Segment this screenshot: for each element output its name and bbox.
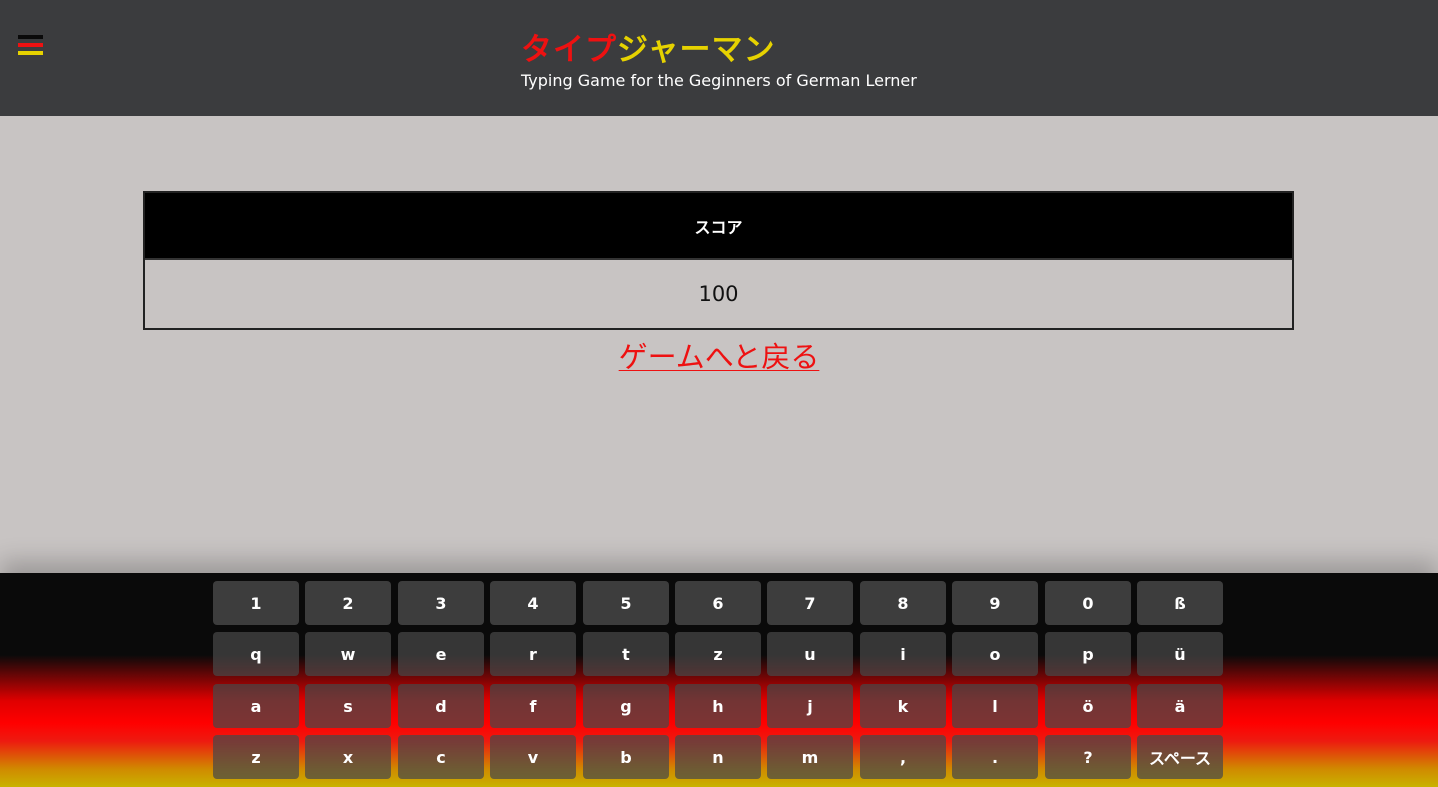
key-3-0[interactable]: z: [213, 735, 299, 779]
key-1-6[interactable]: u: [767, 632, 853, 676]
menu-bar-gold: [18, 51, 43, 55]
key-3-3[interactable]: v: [490, 735, 576, 779]
key-0-1[interactable]: 2: [305, 581, 391, 625]
score-header: スコア: [145, 193, 1292, 260]
key-1-7[interactable]: i: [860, 632, 946, 676]
key-2-3[interactable]: f: [490, 684, 576, 728]
key-2-2[interactable]: d: [398, 684, 484, 728]
app-title-red: タイプ: [521, 32, 617, 68]
key-3-7[interactable]: ,: [860, 735, 946, 779]
hamburger-menu-icon[interactable]: [18, 35, 44, 61]
key-0-0[interactable]: 1: [213, 581, 299, 625]
key-1-10[interactable]: ü: [1137, 632, 1223, 676]
key-1-2[interactable]: e: [398, 632, 484, 676]
key-2-4[interactable]: g: [583, 684, 669, 728]
key-3-6[interactable]: m: [767, 735, 853, 779]
key-0-10[interactable]: ß: [1137, 581, 1223, 625]
virtual-keyboard: 1234567890ßqwertzuiopüasdfghjklöäzxcvbnm…: [0, 573, 1438, 787]
key-3-1[interactable]: x: [305, 735, 391, 779]
key-1-9[interactable]: p: [1045, 632, 1131, 676]
key-2-5[interactable]: h: [675, 684, 761, 728]
app-subtitle: Typing Game for the Geginners of German …: [521, 71, 917, 90]
key-3-5[interactable]: n: [675, 735, 761, 779]
key-2-1[interactable]: s: [305, 684, 391, 728]
app-title: タイプジャーマン: [521, 24, 775, 69]
key-3-4[interactable]: b: [583, 735, 669, 779]
key-0-4[interactable]: 5: [583, 581, 669, 625]
key-2-0[interactable]: a: [213, 684, 299, 728]
key-2-7[interactable]: k: [860, 684, 946, 728]
key-1-1[interactable]: w: [305, 632, 391, 676]
back-link-container: ゲームへと戻る: [0, 334, 1438, 376]
score-value: 100: [145, 260, 1292, 328]
key-2-9[interactable]: ö: [1045, 684, 1131, 728]
key-0-6[interactable]: 7: [767, 581, 853, 625]
key-2-10[interactable]: ä: [1137, 684, 1223, 728]
menu-bar-black: [18, 35, 43, 39]
back-to-game-link[interactable]: ゲームへと戻る: [619, 340, 820, 374]
menu-bar-red: [18, 43, 43, 47]
key-0-3[interactable]: 4: [490, 581, 576, 625]
key-1-3[interactable]: r: [490, 632, 576, 676]
key-0-5[interactable]: 6: [675, 581, 761, 625]
key-1-5[interactable]: z: [675, 632, 761, 676]
key-0-7[interactable]: 8: [860, 581, 946, 625]
key-0-2[interactable]: 3: [398, 581, 484, 625]
key-2-8[interactable]: l: [952, 684, 1038, 728]
key-2-6[interactable]: j: [767, 684, 853, 728]
app-header: タイプジャーマン Typing Game for the Geginners o…: [0, 0, 1438, 116]
key-0-9[interactable]: 0: [1045, 581, 1131, 625]
key-1-0[interactable]: q: [213, 632, 299, 676]
key-1-8[interactable]: o: [952, 632, 1038, 676]
app-title-yellow: ジャーマン: [617, 32, 776, 68]
key-3-2[interactable]: c: [398, 735, 484, 779]
key-1-4[interactable]: t: [583, 632, 669, 676]
key-3-9[interactable]: ?: [1045, 735, 1131, 779]
key-0-8[interactable]: 9: [952, 581, 1038, 625]
score-table: スコア 100: [143, 191, 1294, 330]
key-3-8[interactable]: .: [952, 735, 1038, 779]
key-3-10[interactable]: スペース: [1137, 735, 1223, 779]
